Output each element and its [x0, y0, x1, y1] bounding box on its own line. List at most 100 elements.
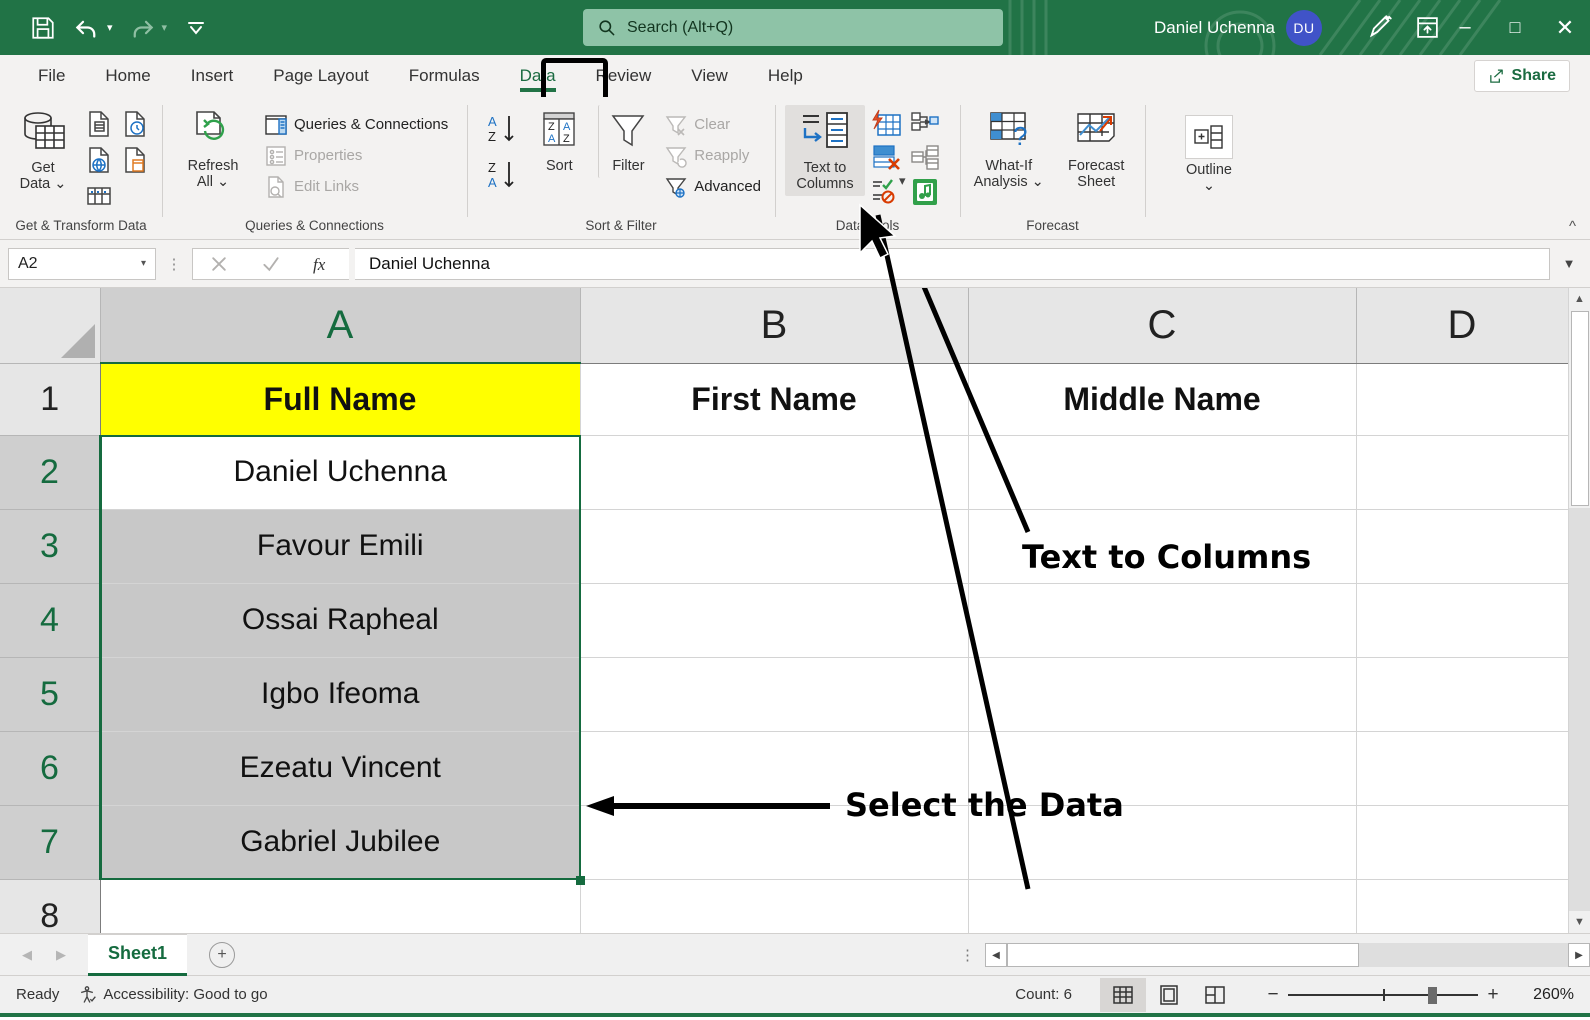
horizontal-scroll-thumb[interactable]	[1007, 943, 1359, 967]
existing-connections-icon[interactable]	[118, 143, 152, 177]
reapply-button[interactable]: Reapply	[660, 140, 765, 171]
row-header-8[interactable]: 8	[0, 879, 100, 933]
redo-icon[interactable]	[127, 13, 157, 43]
fx-icon[interactable]: fx	[297, 248, 349, 280]
cell-b5[interactable]	[580, 657, 968, 731]
cell-c5[interactable]	[968, 657, 1356, 731]
cell-a5[interactable]: Igbo Ifeoma	[100, 657, 580, 731]
cell-d1[interactable]	[1356, 363, 1568, 435]
column-header-b[interactable]: B	[580, 288, 968, 363]
cell-b8[interactable]	[580, 879, 968, 933]
refresh-all-button[interactable]: RefreshAll ⌄	[172, 105, 254, 194]
minimize-button[interactable]: ‒	[1440, 0, 1490, 55]
redo-dropdown-caret[interactable]: ▾	[162, 21, 168, 34]
search-input[interactable]: Search (Alt+Q)	[583, 9, 1003, 46]
consolidate-icon[interactable]	[907, 107, 943, 141]
cell-a8[interactable]	[100, 879, 580, 933]
normal-view-button[interactable]	[1100, 978, 1146, 1012]
close-button[interactable]: ✕	[1540, 0, 1590, 55]
row-header-3[interactable]: 3	[0, 509, 100, 583]
cell-d4[interactable]	[1356, 583, 1568, 657]
vertical-scroll-track[interactable]	[1569, 508, 1590, 911]
sort-az-icon[interactable]: A Z	[483, 111, 525, 147]
cell-a7[interactable]: Gabriel Jubilee	[100, 805, 580, 879]
filter-button[interactable]: Filter	[598, 105, 659, 178]
select-all-corner[interactable]	[0, 288, 100, 363]
cell-d7[interactable]	[1356, 805, 1568, 879]
column-header-a[interactable]: A	[100, 288, 580, 363]
advanced-button[interactable]: Advanced	[660, 171, 765, 202]
relationships-icon[interactable]	[907, 141, 943, 175]
zoom-slider-thumb[interactable]	[1428, 987, 1437, 1004]
data-validation-dropdown-caret[interactable]: ▾	[899, 173, 906, 189]
cell-a3[interactable]: Favour Emili	[100, 509, 580, 583]
vertical-scrollbar[interactable]: ▲ ▼	[1568, 288, 1590, 933]
tab-view[interactable]: View	[671, 60, 748, 92]
page-layout-view-button[interactable]	[1146, 978, 1192, 1012]
zoom-level[interactable]: 260%	[1508, 986, 1574, 1004]
ribbon-display-options-icon[interactable]	[1415, 15, 1440, 40]
name-box-caret-icon[interactable]: ▾	[141, 258, 146, 269]
get-data-button[interactable]: GetData ⌄	[10, 105, 76, 196]
cell-b4[interactable]	[580, 583, 968, 657]
outline-button[interactable]: Outline⌄	[1169, 111, 1249, 198]
tab-file[interactable]: File	[18, 60, 85, 92]
scroll-left-button[interactable]: ◀	[985, 943, 1007, 967]
row-header-7[interactable]: 7	[0, 805, 100, 879]
scroll-down-button[interactable]: ▼	[1569, 911, 1590, 933]
tab-data[interactable]: Data	[500, 60, 576, 92]
zoom-slider[interactable]	[1288, 987, 1478, 1003]
row-header-6[interactable]: 6	[0, 731, 100, 805]
column-header-d[interactable]: D	[1356, 288, 1568, 363]
add-sheet-button[interactable]: +	[209, 942, 235, 968]
sort-za-icon[interactable]: Z A	[483, 157, 525, 193]
flash-fill-icon[interactable]	[867, 107, 905, 141]
recent-sources-icon[interactable]	[118, 107, 152, 141]
accessibility-status[interactable]: Accessibility: Good to go	[77, 985, 267, 1005]
vertical-scroll-thumb[interactable]	[1571, 311, 1589, 506]
from-table-range-icon[interactable]	[82, 179, 116, 213]
customize-qat-icon[interactable]	[181, 13, 211, 43]
tab-formulas[interactable]: Formulas	[389, 60, 500, 92]
nav-next-icon[interactable]: ▶	[56, 947, 66, 963]
tab-insert[interactable]: Insert	[171, 60, 254, 92]
zoom-in-button[interactable]: +	[1478, 984, 1508, 1006]
cell-c1[interactable]: Middle Name	[968, 363, 1356, 435]
avatar[interactable]: DU	[1286, 10, 1322, 46]
cell-a6[interactable]: Ezeatu Vincent	[100, 731, 580, 805]
sheet-tab-sheet1[interactable]: Sheet1	[88, 934, 187, 976]
cell-a1[interactable]: Full Name	[100, 363, 580, 435]
row-header-1[interactable]: 1	[0, 363, 100, 435]
cell-d2[interactable]	[1356, 435, 1568, 509]
from-text-csv-icon[interactable]	[82, 107, 116, 141]
column-header-c[interactable]: C	[968, 288, 1356, 363]
tab-page-layout[interactable]: Page Layout	[253, 60, 388, 92]
from-web-icon[interactable]	[82, 143, 116, 177]
row-header-4[interactable]: 4	[0, 583, 100, 657]
sort-button[interactable]: Z A A Z Sort	[529, 105, 590, 178]
share-button[interactable]: Share	[1474, 60, 1570, 92]
what-if-analysis-button[interactable]: ? What-IfAnalysis ⌄	[970, 105, 1048, 194]
save-icon[interactable]	[28, 13, 58, 43]
forecast-sheet-button[interactable]: ForecastSheet	[1058, 105, 1136, 194]
undo-icon[interactable]	[72, 13, 102, 43]
scroll-split-handle[interactable]: ⋮	[950, 946, 985, 964]
cell-b1[interactable]: First Name	[580, 363, 968, 435]
scroll-right-button[interactable]: ▶	[1568, 943, 1590, 967]
cell-d8[interactable]	[1356, 879, 1568, 933]
cell-c4[interactable]	[968, 583, 1356, 657]
cell-d6[interactable]	[1356, 731, 1568, 805]
cell-a2[interactable]: Daniel Uchenna	[100, 435, 580, 509]
page-break-preview-button[interactable]	[1192, 978, 1238, 1012]
tab-review[interactable]: Review	[576, 60, 672, 92]
chevron-up-icon[interactable]: ^	[1569, 218, 1576, 235]
cell-c2[interactable]	[968, 435, 1356, 509]
scroll-up-button[interactable]: ▲	[1569, 288, 1590, 310]
maximize-button[interactable]: □	[1490, 0, 1540, 55]
cell-d3[interactable]	[1356, 509, 1568, 583]
cancel-x-icon[interactable]	[193, 248, 245, 280]
name-box[interactable]: A2 ▾	[8, 248, 156, 280]
cell-b2[interactable]	[580, 435, 968, 509]
count-indicator[interactable]: Count: 6	[1015, 986, 1100, 1003]
enter-check-icon[interactable]	[245, 248, 297, 280]
